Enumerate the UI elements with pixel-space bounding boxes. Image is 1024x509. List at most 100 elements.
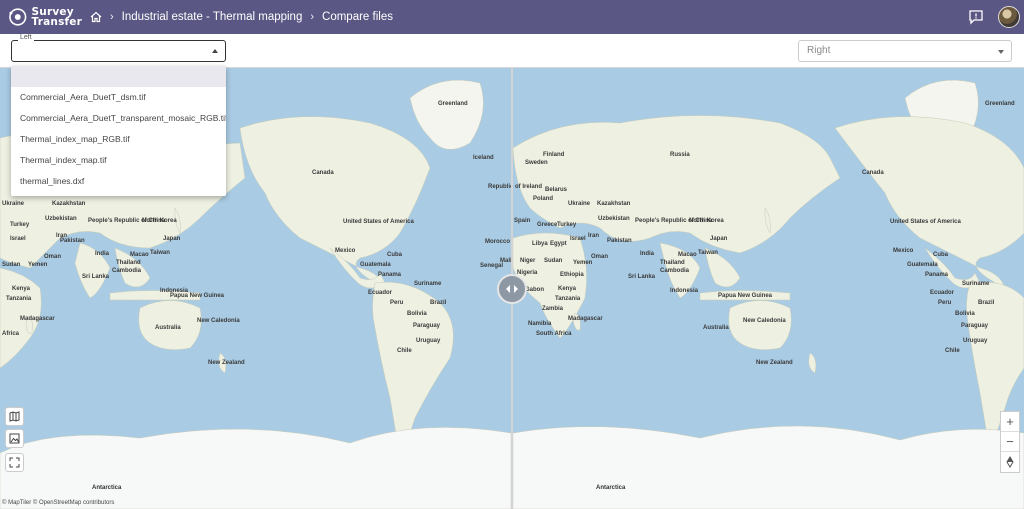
map-label: Pakistan — [60, 238, 85, 244]
map-label: Taiwan — [698, 250, 718, 256]
map-label: Pakistan — [607, 238, 632, 244]
map-attribution[interactable]: © MapTiler © OpenStreetMap contributors — [2, 500, 114, 506]
survey-transfer-logo[interactable]: Survey Transfer — [8, 2, 82, 32]
map-label: Suriname — [414, 281, 442, 287]
map-label: Sri Lanka — [628, 274, 656, 280]
zoom-in-icon[interactable]: + — [1001, 412, 1019, 432]
map-label: Australia — [703, 325, 729, 331]
map-label: Niger — [520, 258, 536, 264]
breadcrumb-project[interactable]: Industrial estate - Thermal mapping — [122, 11, 303, 23]
map-label: India — [640, 251, 655, 257]
map-label: Iceland — [473, 155, 494, 161]
map-label: Brazil — [978, 300, 995, 306]
map-label: Thailand — [660, 260, 685, 266]
chevron-right-icon: › — [110, 11, 114, 23]
map-label: Mexico — [893, 248, 914, 254]
map-label: Turkey — [10, 222, 30, 228]
map-label: Israel — [10, 236, 26, 242]
feedback-icon[interactable] — [968, 9, 984, 25]
map-label: Uzbekistan — [598, 216, 630, 222]
map-label: Bolivia — [955, 311, 975, 317]
right-select-placeholder: Right — [807, 45, 831, 56]
header-actions — [968, 6, 1020, 28]
map-label: Oman — [591, 254, 609, 260]
map-label: Sri Lanka — [82, 274, 110, 280]
compass-icon[interactable] — [1001, 452, 1019, 472]
map-label: Gabon — [525, 287, 544, 293]
map-label: United States of America — [343, 219, 414, 225]
dropdown-option[interactable]: Commercial_Aera_DuetT_dsm.tif — [11, 87, 226, 108]
compare-slider-handle[interactable] — [497, 274, 527, 304]
map-label: Poland — [533, 196, 554, 202]
map-label: Macao — [678, 252, 697, 258]
map-label: Israel — [570, 236, 586, 242]
caret-up-icon — [212, 49, 218, 53]
map-label: Libya — [532, 241, 548, 247]
map-label: Papua New Guinea — [170, 293, 225, 299]
caret-down-icon — [998, 50, 1004, 54]
app-header: Survey Transfer › Industrial estate - Th… — [0, 0, 1024, 34]
left-file-select[interactable]: Left — [11, 34, 226, 62]
home-icon[interactable] — [90, 11, 102, 23]
map-label: Chile — [945, 348, 960, 354]
left-select-label: Left — [18, 34, 34, 41]
map-label: Brazil — [430, 300, 447, 306]
map-label: Ecuador — [368, 290, 393, 296]
map-label: New Caledonia — [197, 318, 240, 324]
map-label: Guatemala — [907, 262, 938, 268]
image-layer-button[interactable] — [5, 429, 24, 448]
map-label: Kazakhstan — [597, 201, 631, 207]
dropdown-option[interactable]: Commercial_Aera_DuetT_transparent_mosaic… — [11, 108, 226, 129]
breadcrumb: › Industrial estate - Thermal mapping › … — [90, 11, 393, 23]
map-label: Ecuador — [930, 290, 955, 296]
map-label: Greenland — [438, 101, 468, 107]
compare-selector-bar: Left Right — [0, 34, 1024, 68]
map-label: Ethiopia — [560, 272, 584, 278]
map-label: North Korea — [142, 218, 177, 224]
map-label: Guatemala — [360, 262, 391, 268]
map-layers-button[interactable] — [5, 407, 24, 426]
map-label: Spain — [514, 218, 531, 224]
fullscreen-button[interactable] — [5, 453, 24, 472]
map-label: Uruguay — [963, 338, 988, 344]
map-label: Madagascar — [568, 316, 603, 322]
map-label: Iran — [588, 233, 600, 239]
map-label: North Korea — [689, 218, 724, 224]
map-label: Nigeria — [517, 270, 538, 276]
map-label: Macao — [130, 252, 149, 258]
dropdown-option-empty[interactable] — [11, 66, 226, 87]
dropdown-option[interactable]: Thermal_index_map_RGB.tif — [11, 129, 226, 150]
map-label: Greenland — [985, 101, 1015, 107]
map-label: Suriname — [962, 281, 990, 287]
map-label: Ukraine — [568, 201, 591, 207]
map-label: Canada — [312, 170, 334, 176]
map-label: Antarctica — [596, 485, 626, 491]
map-label: Panama — [925, 272, 949, 278]
map-label: Australia — [155, 325, 181, 331]
map-label: Japan — [710, 236, 728, 242]
map-label: Papua New Guinea — [718, 293, 773, 299]
avatar[interactable] — [998, 6, 1020, 28]
zoom-out-icon[interactable]: − — [1001, 432, 1019, 452]
map-label: Belarus — [545, 187, 568, 193]
map-label: Cambodia — [660, 268, 690, 274]
map-label: Africa — [2, 331, 20, 337]
map-label: Chile — [397, 348, 412, 354]
map-label: South Africa — [536, 331, 572, 337]
map-label: New Zealand — [756, 360, 793, 366]
map-label: Antarctica — [92, 485, 122, 491]
zoom-controls: + − — [1000, 411, 1020, 473]
map-label: Ukraine — [2, 201, 25, 207]
right-file-select[interactable]: Right — [798, 40, 1012, 62]
map-label: Bolivia — [407, 311, 427, 317]
map-label: Panama — [378, 272, 402, 278]
map-label: Yemen — [28, 262, 48, 268]
map-label: Tanzania — [555, 296, 581, 302]
map-label: Yemen — [573, 260, 593, 266]
dropdown-option[interactable]: Thermal_index_map.tif — [11, 150, 226, 171]
dropdown-option[interactable]: thermal_lines.dxf — [11, 171, 226, 192]
map-label: Peru — [390, 300, 404, 306]
map-label: Morocco — [485, 239, 511, 245]
left-file-dropdown: Commercial_Aera_DuetT_dsm.tif Commercial… — [11, 66, 226, 196]
chevron-right-icon: › — [310, 11, 315, 23]
